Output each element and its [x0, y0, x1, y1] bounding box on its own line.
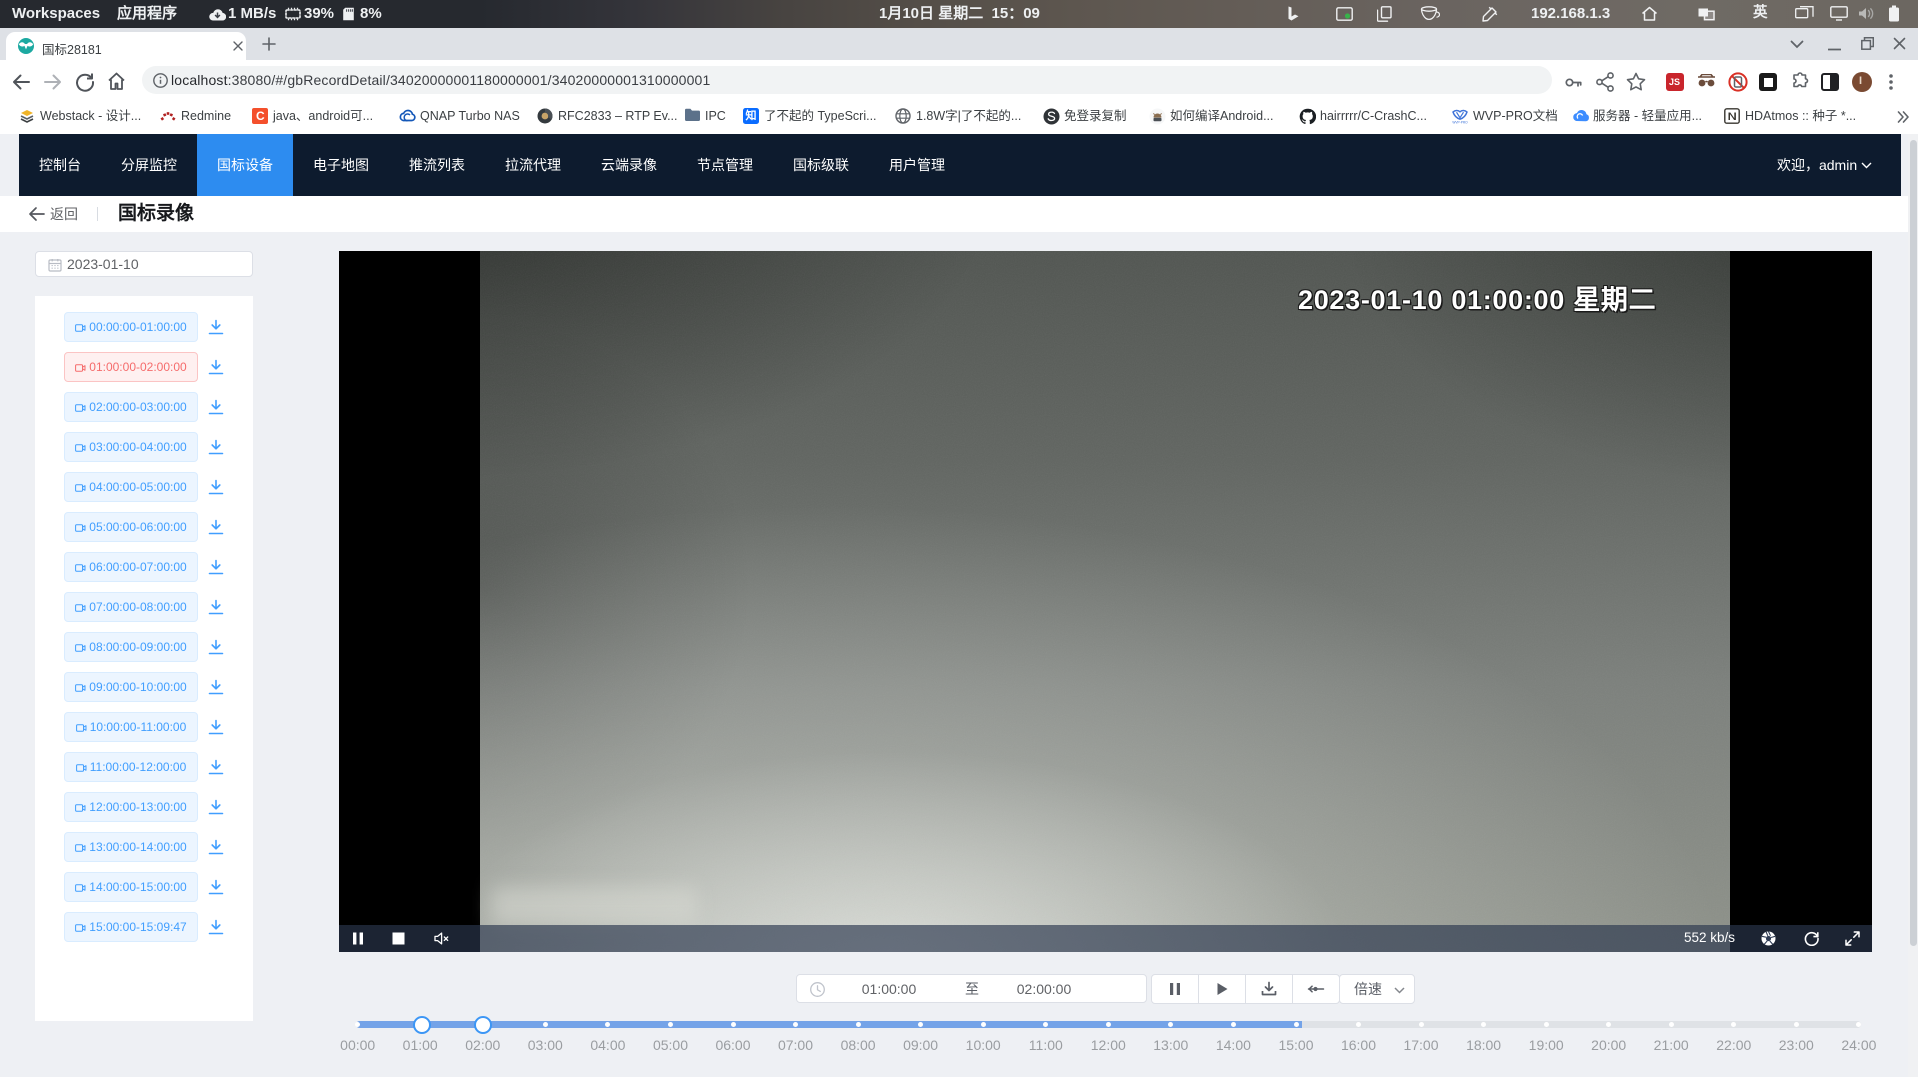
- svg-text:WVP-PRO: WVP-PRO: [1452, 120, 1468, 124]
